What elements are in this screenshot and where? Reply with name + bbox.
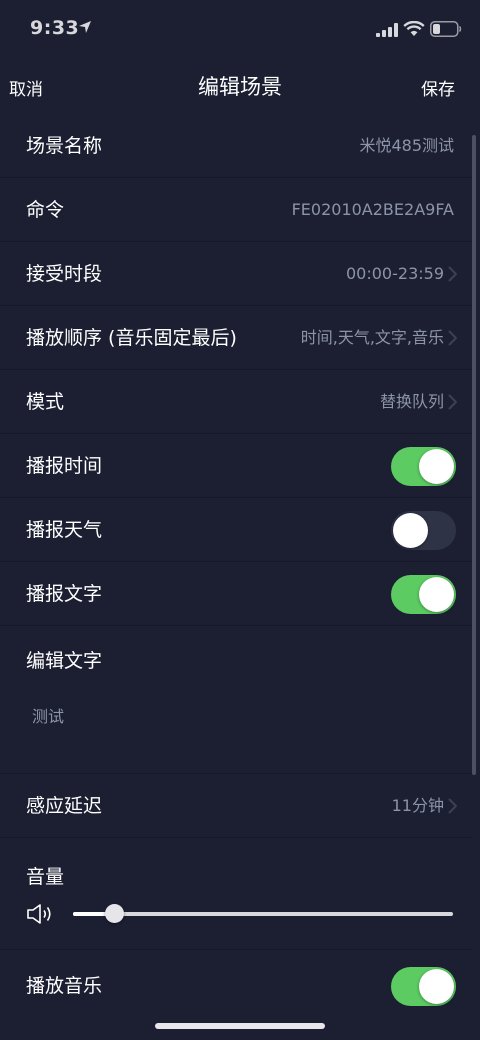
- accept-period-row[interactable]: 接受时段 00:00-23:59: [0, 242, 472, 306]
- play-music-row: 播放音乐: [0, 954, 472, 1018]
- announce-weather-label: 播报天气: [26, 519, 103, 541]
- volume-section: 音量: [0, 838, 472, 950]
- announce-weather-toggle[interactable]: [391, 511, 456, 550]
- chevron-right-icon: [448, 394, 457, 410]
- scene-name-value[interactable]: 米悦485测试: [359, 114, 454, 178]
- chevron-right-icon: [448, 266, 457, 282]
- location-arrow-icon: [79, 21, 91, 33]
- battery-icon: [430, 21, 462, 37]
- page-title: 编辑场景: [198, 75, 282, 99]
- volume-slider[interactable]: [73, 904, 453, 923]
- command-label: 命令: [26, 199, 65, 221]
- edit-text-input[interactable]: 测试: [32, 703, 64, 727]
- edit-text-label: 编辑文字: [26, 650, 103, 672]
- scrollbar[interactable]: [472, 135, 476, 775]
- play-music-label: 播放音乐: [26, 975, 103, 997]
- announce-time-toggle[interactable]: [391, 447, 456, 486]
- navigation-bar: 取消 编辑场景 保存: [0, 58, 480, 114]
- mode-value: 替换队列: [379, 392, 444, 411]
- toggle-knob: [393, 513, 428, 548]
- sensor-delay-label: 感应延迟: [26, 795, 103, 817]
- status-time: 9:33: [30, 17, 80, 39]
- save-button[interactable]: 保存: [421, 75, 455, 100]
- announce-text-row: 播报文字: [0, 562, 472, 626]
- edit-text-section: 编辑文字 测试: [0, 626, 472, 774]
- announce-text-label: 播报文字: [26, 583, 103, 605]
- accept-period-label: 接受时段: [26, 263, 103, 285]
- announce-time-row: 播报时间: [0, 434, 472, 498]
- play-order-label: 播放顺序 (音乐固定最后): [26, 327, 237, 349]
- play-order-row[interactable]: 播放顺序 (音乐固定最后) 时间,天气,文字,音乐: [0, 306, 472, 370]
- volume-label: 音量: [26, 866, 65, 888]
- sensor-delay-row[interactable]: 感应延迟 11分钟: [0, 774, 472, 838]
- toggle-knob: [419, 577, 454, 612]
- status-bar: 9:33: [0, 0, 480, 58]
- chevron-right-icon: [448, 798, 457, 814]
- scene-name-label: 场景名称: [26, 135, 103, 157]
- divider: [0, 949, 472, 950]
- sensor-delay-value: 11分钟: [391, 796, 444, 815]
- mode-row[interactable]: 模式 替换队列: [0, 370, 472, 434]
- play-music-toggle[interactable]: [391, 967, 456, 1006]
- play-order-value: 时间,天气,文字,音乐: [300, 328, 444, 347]
- toggle-knob: [419, 969, 454, 1004]
- announce-time-label: 播报时间: [26, 455, 103, 477]
- speaker-icon: [27, 904, 51, 924]
- volume-slider-thumb[interactable]: [104, 904, 124, 923]
- announce-weather-row: 播报天气: [0, 498, 472, 562]
- command-value[interactable]: FE02010A2BE2A9FA: [292, 178, 454, 242]
- command-row[interactable]: 命令 FE02010A2BE2A9FA: [0, 178, 472, 242]
- scene-name-row[interactable]: 场景名称 米悦485测试: [0, 114, 472, 178]
- accept-period-value: 00:00-23:59: [346, 264, 444, 283]
- chevron-right-icon: [448, 330, 457, 346]
- mode-label: 模式: [26, 391, 65, 413]
- toggle-knob: [419, 449, 454, 484]
- cellular-signal-icon: [376, 23, 398, 37]
- home-indicator[interactable]: [155, 1023, 325, 1029]
- wifi-icon: [403, 21, 425, 36]
- announce-text-toggle[interactable]: [391, 575, 456, 614]
